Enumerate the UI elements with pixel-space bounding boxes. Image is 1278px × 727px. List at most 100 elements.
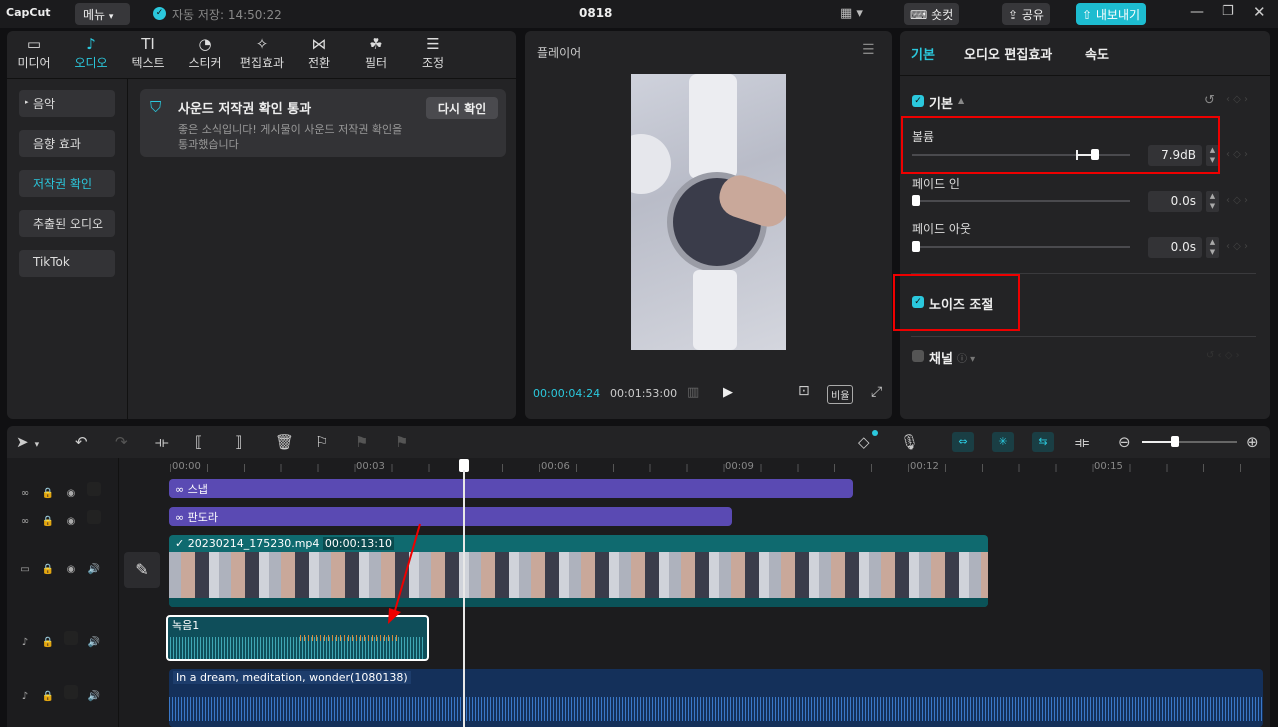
redo-icon[interactable]: ↷ <box>115 433 128 451</box>
microphone-icon[interactable]: 🎙 <box>900 433 919 451</box>
tab-media[interactable]: ▭ 미디어 <box>7 35 61 71</box>
export-button[interactable]: ⇧ 내보내기 <box>1076 3 1147 25</box>
clip-label: ∞ 판도라 <box>175 509 218 525</box>
tab-speed[interactable]: 속도 <box>1085 44 1109 63</box>
minimize-icon[interactable]: — <box>1190 4 1204 20</box>
sidebar-item-sound-effects[interactable]: 음향 효과 <box>19 130 115 157</box>
keyframe-nav-icon[interactable]: ‹ ◇ › <box>1226 94 1248 105</box>
magic-icon[interactable]: ◇ <box>858 433 870 451</box>
video-clip[interactable]: ✓ 20230214_175230.mp4 00:00:13:10 <box>169 535 988 607</box>
basic-section-title: 기본 <box>929 97 953 112</box>
restore-icon[interactable]: ❐ <box>1222 4 1234 19</box>
split-left-icon[interactable]: ⟦ <box>195 433 202 451</box>
linkage-icon[interactable]: ✳ <box>992 432 1014 452</box>
keyframe-nav-icon[interactable]: ‹ ◇ › <box>1226 149 1248 160</box>
shortcut-button[interactable]: ⌨ 숏컷 <box>904 3 960 25</box>
track-slot <box>64 631 78 645</box>
audio-clip-music[interactable]: In a dream, meditation, wonder(1080138) <box>169 669 1263 727</box>
fade-in-stepper[interactable]: ▲ ▼ <box>1206 191 1219 212</box>
speaker-icon[interactable]: 🔊 <box>87 691 101 705</box>
eye-icon[interactable]: ◉ <box>64 488 78 502</box>
undo-icon[interactable]: ↶ <box>75 433 88 451</box>
text-clip-pandora[interactable]: ∞ 판도라 <box>169 507 732 526</box>
basic-checkbox[interactable]: ✓ <box>912 95 924 107</box>
flag-alt-icon[interactable]: ⚑ <box>395 433 408 451</box>
lock-icon[interactable]: 🔒 <box>41 637 55 651</box>
share-button[interactable]: ⇪ 공유 <box>1002 3 1050 25</box>
sidebar-item-label: 음악 <box>33 97 56 111</box>
lock-icon[interactable]: 🔒 <box>41 516 55 530</box>
tab-adjust[interactable]: ☰ 조정 <box>406 35 460 71</box>
select-cursor-icon[interactable]: ➤ ▾ <box>16 433 39 451</box>
tab-audio[interactable]: ♪ 오디오 <box>64 35 118 71</box>
eye-icon[interactable]: ◉ <box>64 564 78 578</box>
tab-audio-effects[interactable]: 오디오 편집효과 <box>964 44 1052 63</box>
lock-icon[interactable]: 🔒 <box>41 691 55 705</box>
split-view-icon[interactable]: ⟚ <box>1075 433 1089 451</box>
copyright-card: ⛉ 사운드 저작권 확인 통과 좋은 소식입니다! 게시물이 사운드 저작권 확… <box>140 89 506 157</box>
tab-effects[interactable]: ✧ 편집효과 <box>235 35 289 71</box>
eye-icon[interactable]: ◉ <box>64 516 78 530</box>
timeline-view-icon[interactable]: ▥ <box>687 385 699 400</box>
split-right-icon[interactable]: ⟧ <box>235 433 242 451</box>
track-controls-pandora: ∞ 🔒 ◉ <box>18 510 110 530</box>
sidebar-item-extracted-audio[interactable]: 추출된 오디오 <box>19 210 115 237</box>
keyframe-nav-icon[interactable]: ↺ ‹ ◇ › <box>1206 350 1240 361</box>
sidebar-item-copyright[interactable]: 저작권 확인 <box>19 170 115 197</box>
edit-cover-button[interactable]: ✎ <box>124 552 160 588</box>
link-icon[interactable]: ∞ <box>18 516 32 530</box>
menu-label: 메뉴 <box>83 8 106 22</box>
fade-out-stepper[interactable]: ▲ ▼ <box>1206 237 1219 258</box>
flag-icon[interactable]: ⚑ <box>355 433 368 451</box>
recheck-button[interactable]: 다시 확인 <box>426 97 498 119</box>
player-menu-icon[interactable]: ☰ <box>862 42 875 58</box>
reset-icon[interactable]: ↺ <box>1204 93 1215 108</box>
sidebar-item-music[interactable]: ▸ 음악 <box>19 90 115 117</box>
fade-in-value[interactable]: 0.0s <box>1148 191 1202 212</box>
text-clip-snap[interactable]: ∞ 스냅 <box>169 479 853 498</box>
preview-axis-icon[interactable]: ⇆ <box>1032 432 1054 452</box>
keyframe-nav-icon[interactable]: ‹ ◇ › <box>1226 195 1248 206</box>
copyright-body-2: 통과했습니다 <box>178 138 239 151</box>
channel-checkbox[interactable] <box>912 350 924 362</box>
fullscreen-crop-icon[interactable]: ⊡ <box>798 383 810 399</box>
menu-button[interactable]: 메뉴 ▾ <box>75 3 130 25</box>
lock-icon[interactable]: 🔒 <box>41 564 55 578</box>
collapse-icon[interactable]: ▲ <box>958 96 964 105</box>
delete-icon[interactable]: 🗑 <box>275 433 294 451</box>
speaker-icon[interactable]: 🔊 <box>87 637 101 651</box>
track-controls-music: ♪ 🔒 🔊 <box>18 685 110 705</box>
fade-out-knob[interactable] <box>912 241 920 252</box>
fullscreen-icon[interactable]: ⤢ <box>871 384 882 400</box>
layout-icon[interactable]: ▦ ▾ <box>840 6 863 21</box>
split-icon[interactable]: ⟛ <box>155 433 169 451</box>
fade-in-slider[interactable] <box>912 200 1130 202</box>
zoom-out-icon[interactable]: ⊖ <box>1118 433 1131 451</box>
tab-text[interactable]: TI 텍스트 <box>121 35 175 71</box>
audio-icon: ♪ <box>86 35 96 53</box>
ratio-button[interactable]: 비율 <box>827 385 854 404</box>
keyframe-nav-icon[interactable]: ‹ ◇ › <box>1226 241 1248 252</box>
info-icon[interactable]: ⓘ ▾ <box>957 350 975 365</box>
speaker-icon[interactable]: 🔊 <box>87 564 101 578</box>
tab-filter[interactable]: ☘ 필터 <box>349 35 403 71</box>
zoom-slider-knob[interactable] <box>1171 436 1179 447</box>
watch-strap-bottom <box>693 270 737 350</box>
tab-basic[interactable]: 기본 <box>911 44 935 63</box>
tab-sticker[interactable]: ◔ 스티커 <box>178 35 232 71</box>
link-icon[interactable]: ∞ <box>18 488 32 502</box>
tab-transition[interactable]: ⋈ 전환 <box>292 35 346 71</box>
fade-in-knob[interactable] <box>912 195 920 206</box>
freeze-icon[interactable]: ⚐ <box>315 433 328 451</box>
fade-out-slider[interactable] <box>912 246 1130 248</box>
sidebar-item-tiktok[interactable]: TikTok <box>19 250 115 277</box>
lock-icon[interactable]: 🔒 <box>41 488 55 502</box>
magnet-snap-icon[interactable]: ⇔ <box>952 432 974 452</box>
project-name[interactable]: 0818 <box>579 6 612 20</box>
play-icon[interactable]: ▶ <box>723 385 733 400</box>
close-icon[interactable]: ✕ <box>1253 3 1266 21</box>
fade-out-value[interactable]: 0.0s <box>1148 237 1202 258</box>
tab-label: 오디오 <box>74 56 108 70</box>
zoom-in-icon[interactable]: ⊕ <box>1246 433 1259 451</box>
playhead-line[interactable] <box>463 470 465 727</box>
